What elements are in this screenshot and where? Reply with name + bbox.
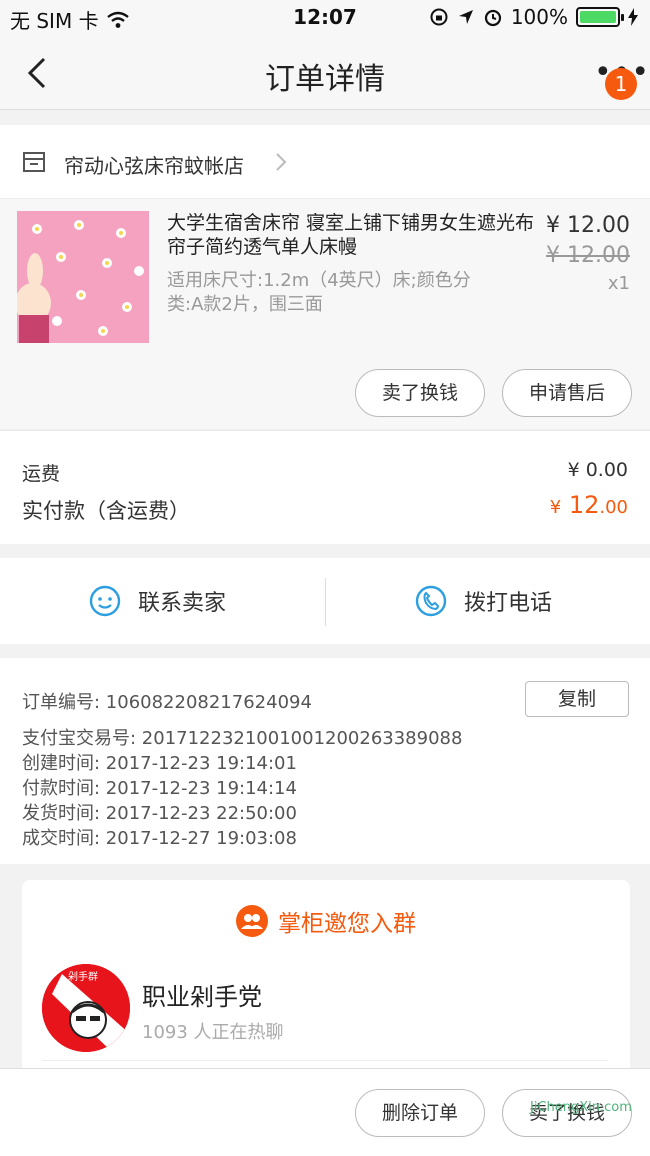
charging-icon	[628, 8, 638, 26]
battery-percent: 100%	[510, 5, 568, 29]
contact-section: 联系卖家 拨打电话	[0, 558, 650, 644]
location-icon	[458, 10, 473, 24]
chat-face-icon	[89, 585, 121, 617]
shipping-value: ¥ 0.00	[567, 459, 628, 481]
contact-seller-label: 联系卖家	[138, 591, 227, 616]
paid-time: 付款时间: 2017-12-23 19:14:14	[22, 778, 297, 799]
paid-amount: ¥ 12.00	[549, 491, 628, 519]
nav-bar: 订单详情 ••• 1	[0, 36, 650, 110]
delete-order-button[interactable]: 删除订单	[355, 1089, 485, 1137]
alarm-icon	[484, 9, 501, 27]
sell-for-cash-button[interactable]: 卖了换钱	[355, 369, 485, 417]
store-icon	[23, 152, 45, 172]
phone-icon	[415, 585, 447, 617]
fees-section: 运费 ¥ 0.00 实付款（含运费） ¥ 12.00	[0, 430, 650, 544]
watermark: JiChengXin.com	[530, 1100, 632, 1115]
battery-icon	[576, 7, 624, 27]
store-row[interactable]: 帘动心弦床帘蚊帐店	[0, 125, 650, 199]
avatar-text: 剁手群	[68, 972, 98, 983]
product-image[interactable]	[17, 211, 149, 343]
group-icon	[236, 905, 268, 937]
group-member-count: 1093 人正在热聊	[142, 1022, 284, 1043]
page-title: 订单详情	[265, 62, 385, 97]
group-header-text: 掌柜邀您入群	[278, 911, 416, 937]
alipay-number: 支付宝交易号: 2017122321001001200263389088	[22, 728, 463, 749]
product-title[interactable]: 大学生宿舍床帘 寝室上铺下铺男女生遮光布帘子简约透气单人床幔	[167, 211, 539, 259]
product-original-price: ¥ 12.00	[546, 243, 630, 268]
shipping-label: 运费	[22, 463, 61, 485]
group-invite-card: 掌柜邀您入群 剁手群 职业剁手党 1093 人正在热聊	[22, 880, 630, 1080]
chevron-right-icon	[276, 153, 287, 171]
product-spec: 适用床尺寸:1.2m（4英尺）床;颜色分类:A款2片，围三面	[167, 270, 471, 315]
contact-seller-button[interactable]: 联系卖家	[88, 576, 226, 626]
created-time: 创建时间: 2017-12-23 19:14:01	[22, 753, 297, 774]
group-avatar[interactable]: 剁手群	[42, 964, 130, 1052]
divider	[42, 1060, 608, 1061]
completed-time: 成交时间: 2017-12-27 19:03:08	[22, 828, 297, 849]
call-phone-button[interactable]: 拨打电话	[414, 576, 552, 626]
order-info-section: 订单编号: 106082208217624094 复制 支付宝交易号: 2017…	[0, 658, 650, 864]
after-sale-button[interactable]: 申请售后	[502, 369, 632, 417]
call-phone-label: 拨打电话	[464, 591, 553, 616]
shipped-time: 发货时间: 2017-12-23 22:50:00	[22, 803, 297, 824]
order-number: 订单编号: 106082208217624094	[22, 692, 312, 713]
status-bar: 无 SIM 卡 12:07 100%	[0, 0, 650, 36]
product-section: 大学生宿舍床帘 寝室上铺下铺男女生遮光布帘子简约透气单人床幔 适用床尺寸:1.2…	[0, 199, 650, 429]
product-price: ¥ 12.00	[546, 213, 630, 238]
copy-button[interactable]: 复制	[525, 681, 629, 717]
notification-badge: 1	[605, 68, 637, 100]
paid-label: 实付款（含运费）	[22, 499, 190, 523]
group-name[interactable]: 职业剁手党	[142, 977, 262, 1012]
product-quantity: x1	[607, 273, 630, 294]
divider	[325, 578, 326, 626]
store-name[interactable]: 帘动心弦床帘蚊帐店	[64, 150, 244, 179]
rotation-lock-icon	[430, 8, 448, 26]
group-header: 掌柜邀您入群	[22, 904, 630, 938]
